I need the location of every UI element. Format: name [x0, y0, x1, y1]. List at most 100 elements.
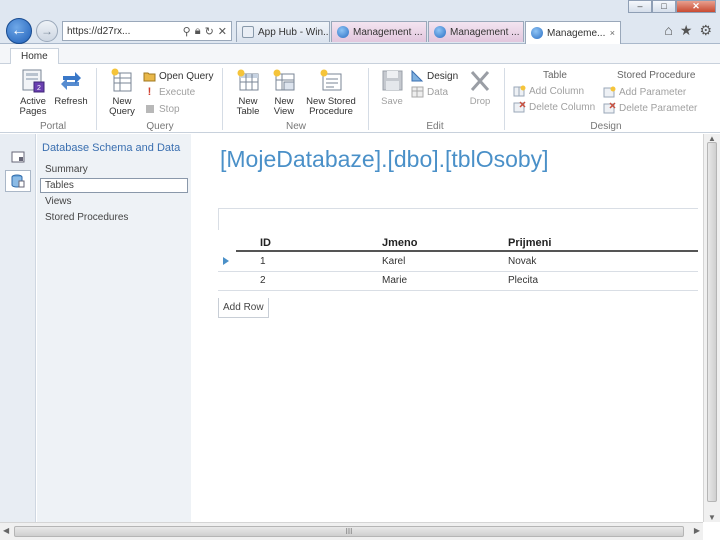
delete-parameter-icon — [603, 102, 616, 114]
cell-id[interactable]: 2 — [260, 275, 266, 286]
horizontal-scrollbar[interactable]: ◀ III ▶ — [0, 522, 703, 540]
drop-label: Drop — [469, 96, 491, 107]
cell-id[interactable]: 1 — [260, 256, 266, 267]
stop-icon[interactable]: ✕ — [218, 25, 227, 38]
group-label-new: New — [285, 121, 306, 132]
add-column-icon — [513, 85, 526, 97]
delete-column-button[interactable]: Delete Column — [513, 101, 595, 113]
tools-gear-icon[interactable]: ⚙ — [699, 22, 712, 39]
open-query-label: Open Query — [159, 70, 214, 82]
table-row[interactable]: 1 Karel Novak — [218, 253, 698, 272]
table-subgroup-heading: Table — [543, 70, 567, 81]
new-query-icon — [108, 68, 136, 94]
design-label: Design — [427, 70, 459, 82]
nav-item-tables[interactable]: Tables — [40, 178, 188, 193]
add-parameter-icon — [603, 86, 616, 98]
new-table-icon — [234, 68, 262, 94]
save-disk-icon — [378, 68, 406, 94]
address-bar[interactable]: https://d27rx... ⚲ 🔒︎ ↻ ✕ — [62, 21, 232, 41]
cell-prijmeni[interactable]: Novak — [508, 256, 536, 267]
column-header-jmeno[interactable]: Jmeno — [382, 237, 417, 249]
execute-label: Execute — [159, 86, 196, 98]
add-column-button[interactable]: Add Column — [513, 85, 584, 97]
nav-item-views[interactable]: Views — [40, 194, 188, 209]
refresh-button[interactable]: Refresh — [52, 68, 90, 107]
open-folder-icon — [143, 70, 156, 82]
forward-button[interactable]: → — [36, 20, 58, 42]
tab-home[interactable]: Home — [10, 48, 59, 65]
tab-label: App Hub - Win... — [258, 26, 330, 38]
add-row-button[interactable]: Add Row — [218, 298, 269, 318]
new-view-button[interactable]: New View — [268, 68, 300, 117]
browser-toolbar-icons: ⌂ ★ ⚙ — [664, 22, 712, 39]
grid-header-row: ID Jmeno Prijmeni — [236, 234, 698, 252]
execute-button[interactable]: ! Execute — [143, 86, 195, 98]
database-strip-button[interactable] — [5, 170, 31, 192]
table-row[interactable]: 2 Marie Plecita — [218, 272, 698, 291]
group-separator — [504, 68, 505, 130]
current-row-indicator-icon — [223, 257, 229, 265]
open-query-button[interactable]: Open Query — [143, 70, 213, 82]
group-separator — [368, 68, 369, 130]
stored-procedure-subgroup-heading: Stored Procedure — [617, 70, 696, 81]
data-button[interactable]: Data — [411, 86, 448, 98]
new-stored-procedure-button[interactable]: New Stored Procedure — [302, 68, 360, 117]
vertical-scrollbar[interactable]: ▲ ▼ — [703, 134, 720, 522]
tab-close-icon[interactable]: × — [610, 28, 615, 38]
scroll-down-arrow-icon[interactable]: ▼ — [708, 513, 716, 522]
new-table-button[interactable]: New Table — [230, 68, 266, 117]
cell-prijmeni[interactable]: Plecita — [508, 275, 538, 286]
maximize-button[interactable]: □ — [652, 0, 676, 13]
ribbon: 2 Active Pages Refresh Portal New Query … — [0, 64, 720, 133]
scroll-left-arrow-icon[interactable]: ◀ — [3, 526, 9, 535]
vertical-scroll-thumb[interactable] — [707, 142, 717, 502]
stop-button[interactable]: Stop — [143, 103, 180, 115]
nav-item-stored-procedures[interactable]: Stored Procedures — [40, 210, 188, 225]
svg-text:2: 2 — [37, 85, 41, 92]
horizontal-scroll-thumb[interactable]: III — [14, 526, 684, 537]
active-pages-button[interactable]: 2 Active Pages — [14, 68, 52, 117]
minimize-button[interactable]: – — [628, 0, 652, 13]
cell-jmeno[interactable]: Marie — [382, 275, 407, 286]
active-pages-icon: 2 — [19, 68, 47, 94]
ie-favicon-icon — [531, 27, 543, 39]
active-pages-label: Active Pages — [19, 96, 47, 117]
ribbon-tab-strip: Home — [0, 44, 720, 65]
new-view-icon — [270, 68, 298, 94]
refresh-icon[interactable]: ↻ — [205, 25, 214, 38]
data-label: Data — [427, 86, 449, 98]
favorites-star-icon[interactable]: ★ — [680, 22, 693, 39]
group-separator — [222, 68, 223, 130]
browser-tab-management-2[interactable]: Management ... — [428, 21, 524, 42]
address-text[interactable]: https://d27rx... — [67, 26, 179, 37]
cell-jmeno[interactable]: Karel — [382, 256, 405, 267]
column-header-id[interactable]: ID — [260, 237, 271, 249]
ie-favicon-icon — [337, 26, 349, 38]
home-icon[interactable]: ⌂ — [664, 22, 672, 39]
navigation-pane: Database Schema and Data Summary Tables … — [37, 134, 191, 522]
new-query-button[interactable]: New Query — [104, 68, 140, 117]
delete-column-icon — [513, 101, 526, 113]
design-button[interactable]: Design — [411, 69, 459, 82]
back-button[interactable]: ← — [6, 18, 32, 44]
save-label: Save — [381, 96, 403, 107]
pages-strip-button[interactable] — [5, 146, 31, 168]
nav-heading[interactable]: Database Schema and Data — [42, 142, 180, 154]
nav-item-summary[interactable]: Summary — [40, 162, 188, 177]
refresh-label: Refresh — [54, 96, 88, 107]
column-header-prijmeni[interactable]: Prijmeni — [508, 237, 551, 249]
browser-tab-management-1[interactable]: Management ... — [331, 21, 427, 42]
scroll-right-arrow-icon[interactable]: ▶ — [694, 526, 700, 535]
close-window-button[interactable]: ✕ — [676, 0, 716, 13]
search-icon[interactable]: ⚲ — [183, 25, 191, 38]
window-controls: – □ ✕ — [628, 0, 716, 14]
drop-button[interactable]: Drop — [464, 68, 496, 107]
browser-tab-management-active[interactable]: Manageme... × — [525, 21, 621, 44]
refresh-arrows-icon — [57, 68, 85, 94]
page-title: [MojeDatabaze].[dbo].[tblOsoby] — [220, 146, 549, 172]
delete-parameter-button[interactable]: Delete Parameter — [603, 102, 697, 114]
group-label-portal: Portal — [39, 121, 67, 132]
add-parameter-button[interactable]: Add Parameter — [603, 86, 686, 98]
browser-tab-app-hub[interactable]: App Hub - Win... — [236, 21, 330, 42]
save-button[interactable]: Save — [376, 68, 408, 107]
